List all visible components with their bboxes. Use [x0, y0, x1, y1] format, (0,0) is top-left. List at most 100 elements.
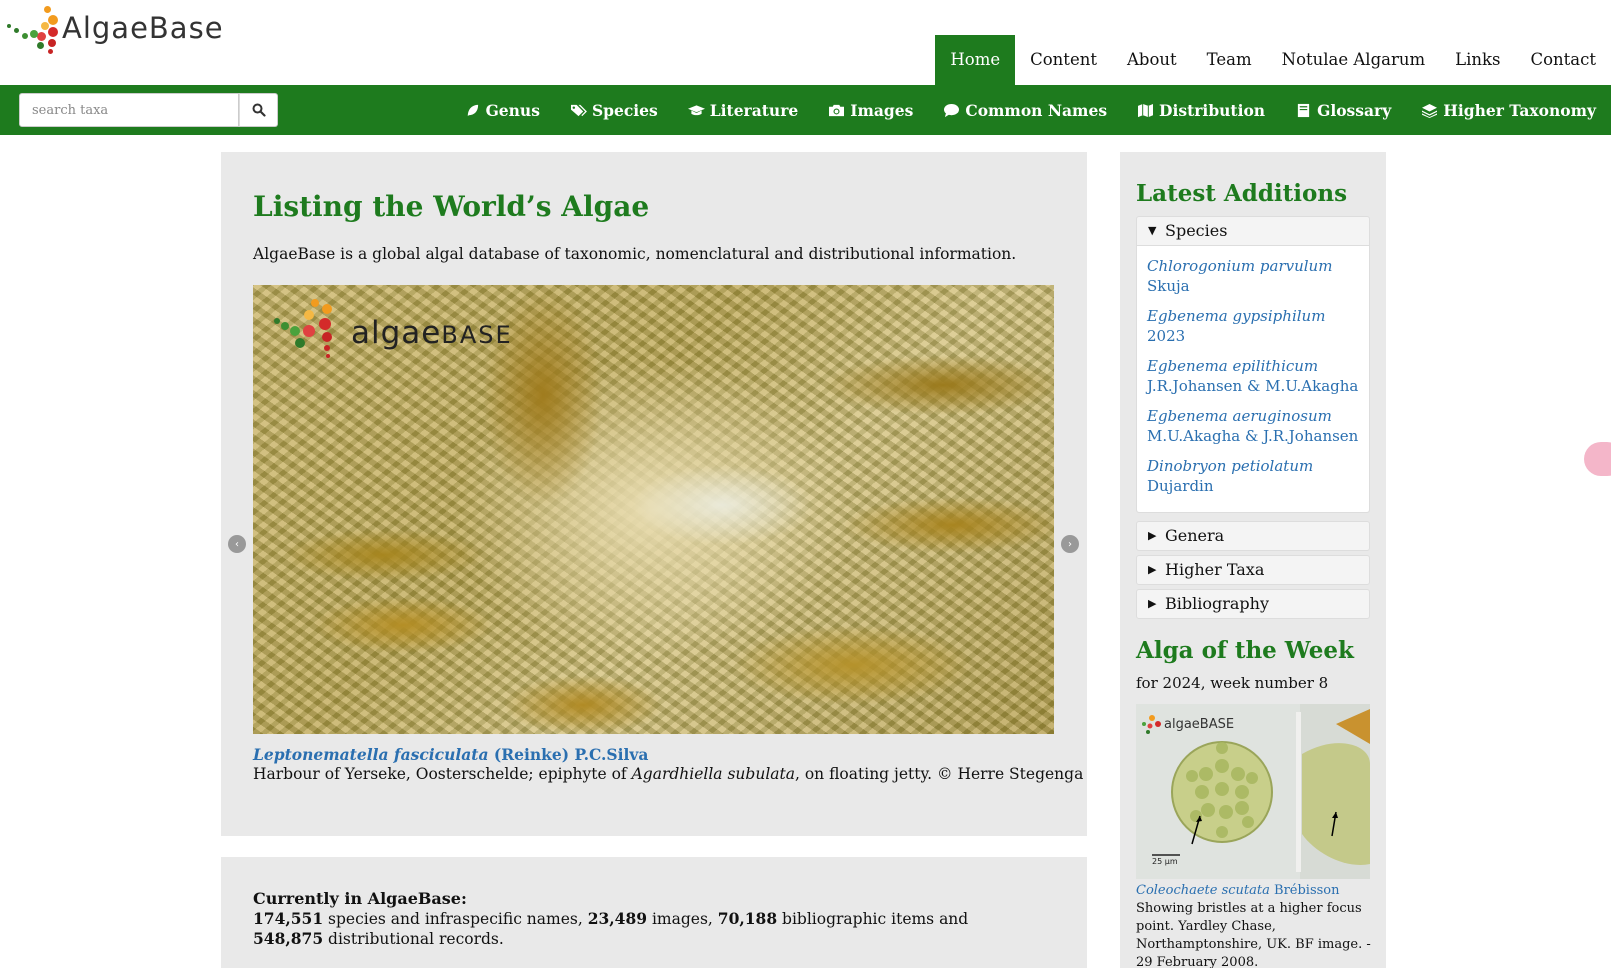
nav-contact[interactable]: Contact	[1515, 35, 1611, 85]
species-name-link[interactable]: Egbenema gypsiphilum	[1147, 306, 1359, 326]
accordion-genera: ▶ Genera	[1136, 521, 1370, 551]
slide-caption-title: Leptonematella fasciculata (Reinke) P.C.…	[253, 745, 648, 764]
subnav-images-label: Images	[850, 100, 914, 120]
stats-panel: Currently in AlgaeBase: 174,551 species …	[221, 857, 1087, 968]
species-list: Chlorogonium parvulum Skuja Egbenema gyps…	[1137, 245, 1369, 512]
accordion-bibliography: ▶ Bibliography	[1136, 589, 1370, 619]
images-count: 23,489	[587, 909, 648, 928]
subnav-species-label: Species	[591, 100, 658, 120]
subnav-distribution[interactable]: Distribution	[1122, 101, 1280, 120]
accordion-higher-taxa: ▶ Higher Taxa	[1136, 555, 1370, 585]
sub-nav: Genus Species Literature Images Common N…	[449, 85, 1611, 135]
species-count: 174,551	[253, 909, 324, 928]
week-image-logo: algaeBASE	[1164, 717, 1234, 732]
leaf-icon	[467, 104, 478, 116]
chevron-right-icon: ›	[1068, 538, 1072, 550]
accordion-bibliography-header[interactable]: ▶ Bibliography	[1137, 590, 1369, 618]
subnav-glossary-label: Glossary	[1317, 100, 1392, 120]
species-author-link[interactable]: J.R.Johansen & M.U.Akagha	[1147, 376, 1359, 396]
biblio-count: 70,188	[717, 909, 778, 928]
species-author-link[interactable]: Skuja	[1147, 276, 1359, 296]
layers-icon	[1422, 103, 1438, 118]
graduation-cap-icon	[687, 104, 705, 115]
alga-of-week-title: Alga of the Week	[1136, 637, 1354, 664]
week-description: Showing bristles at a higher focus point…	[1136, 901, 1371, 968]
camera-icon	[829, 104, 845, 116]
logo-text: AlgaeBase	[62, 11, 224, 45]
subnav-glossary[interactable]: Glossary	[1280, 101, 1406, 120]
species-name-link[interactable]: Dinobryon petiolatum	[1147, 456, 1359, 476]
week-species-link[interactable]: Coleochaete scutata	[1136, 883, 1270, 898]
alga-of-week-image[interactable]: algaeBASE 25 µm	[1136, 704, 1370, 879]
accordion-genera-header[interactable]: ▶ Genera	[1137, 522, 1369, 550]
subnav-species[interactable]: Species	[555, 101, 673, 120]
slide-authority-link[interactable]: (Reinke) P.C.Silva	[494, 745, 649, 764]
latest-additions-title: Latest Additions	[1136, 180, 1348, 207]
list-item: Dinobryon petiolatum Dujardin	[1147, 456, 1359, 496]
main-nav: Home Content About Team Notulae Algarum …	[935, 35, 1611, 85]
distrib-count: 548,875	[253, 929, 324, 948]
accordion-species: ▼ Species Chlorogonium parvulum Skuja Egbe…	[1136, 216, 1370, 513]
caret-right-icon: ▶	[1148, 597, 1157, 610]
list-item: Egbenema gypsiphilum 2023	[1147, 306, 1359, 346]
nav-links[interactable]: Links	[1440, 35, 1515, 85]
comment-icon	[944, 103, 960, 117]
main-panel: Listing the World’s Algae AlgaeBase is a…	[221, 152, 1087, 836]
subnav-genus[interactable]: Genus	[449, 101, 555, 120]
accordion-species-header[interactable]: ▼ Species	[1137, 217, 1369, 245]
species-name-link[interactable]: Chlorogonium parvulum	[1147, 256, 1359, 276]
subnav-higher-taxonomy-label: Higher Taxonomy	[1443, 100, 1596, 120]
chevron-left-icon: ‹	[235, 538, 239, 550]
coleochaete-micrograph: algaeBASE 25 µm	[1136, 704, 1370, 879]
stats-body: 174,551 species and infraspecific names,…	[253, 909, 969, 948]
subnav-literature-label: Literature	[709, 100, 799, 120]
search-icon	[252, 103, 266, 117]
caret-right-icon: ▶	[1148, 563, 1157, 576]
carousel-slide-image[interactable]: algaeBASE	[253, 285, 1054, 734]
stats-title: Currently in AlgaeBase:	[253, 889, 467, 908]
alga-of-week-subtitle: for 2024, week number 8	[1136, 674, 1329, 692]
species-author-link[interactable]: M.U.Akagha & J.R.Johansen	[1147, 426, 1359, 446]
slide-species-link[interactable]: Leptonematella fasciculata	[253, 745, 489, 764]
subnav-images[interactable]: Images	[813, 101, 928, 120]
translate-widget-button[interactable]	[1584, 442, 1611, 476]
intro-text: AlgaeBase is a global algal database of …	[253, 245, 1017, 263]
nav-about[interactable]: About	[1112, 35, 1192, 85]
nav-home[interactable]: Home	[935, 35, 1016, 85]
slide-caption-text: Harbour of Yerseke, Oosterschelde; epiph…	[253, 765, 1084, 783]
book-icon	[1297, 103, 1310, 117]
search-button[interactable]	[239, 93, 278, 127]
algaebase-logo[interactable]: AlgaeBase	[4, 2, 234, 60]
subnav-distribution-label: Distribution	[1159, 100, 1266, 120]
alga-of-week-caption: Coleochaete scutata Brébisson Showing br…	[1136, 882, 1376, 968]
sidebar: Latest Additions ▼ Species Chlorogonium p…	[1120, 152, 1386, 968]
week-authority-link[interactable]: Brébisson	[1274, 883, 1339, 898]
subnav-literature[interactable]: Literature	[673, 101, 813, 120]
list-item: Egbenema aeruginosum M.U.Akagha & J.R.Joh…	[1147, 406, 1359, 446]
logo-dots	[4, 2, 64, 62]
nav-team[interactable]: Team	[1192, 35, 1267, 85]
map-icon	[1138, 103, 1154, 117]
watermark-dots	[274, 299, 332, 358]
caret-down-icon: ▼	[1148, 224, 1157, 237]
species-name-link[interactable]: Egbenema epilithicum	[1147, 356, 1359, 376]
accordion-higher-taxa-header[interactable]: ▶ Higher Taxa	[1137, 556, 1369, 584]
search-bar: Genus Species Literature Images Common N…	[0, 85, 1611, 135]
tags-icon	[570, 104, 587, 116]
caret-right-icon: ▶	[1148, 529, 1157, 542]
carousel-prev-button[interactable]: ‹	[228, 535, 246, 553]
scale-bar-label: 25 µm	[1152, 857, 1178, 866]
carousel-next-button[interactable]: ›	[1061, 535, 1079, 553]
search-group	[19, 93, 278, 127]
subnav-common-names[interactable]: Common Names	[928, 101, 1122, 120]
slide-watermark-logo: algaeBASE	[265, 293, 555, 373]
subnav-higher-taxonomy[interactable]: Higher Taxonomy	[1406, 101, 1611, 120]
species-author-link[interactable]: Dujardin	[1147, 476, 1359, 496]
species-author-link[interactable]: 2023	[1147, 326, 1359, 346]
species-name-link[interactable]: Egbenema aeruginosum	[1147, 406, 1359, 426]
search-input[interactable]	[19, 93, 239, 127]
nav-notulae-algarum[interactable]: Notulae Algarum	[1267, 35, 1441, 85]
page-title: Listing the World’s Algae	[253, 190, 650, 223]
nav-content[interactable]: Content	[1015, 35, 1112, 85]
subnav-genus-label: Genus	[485, 100, 540, 120]
